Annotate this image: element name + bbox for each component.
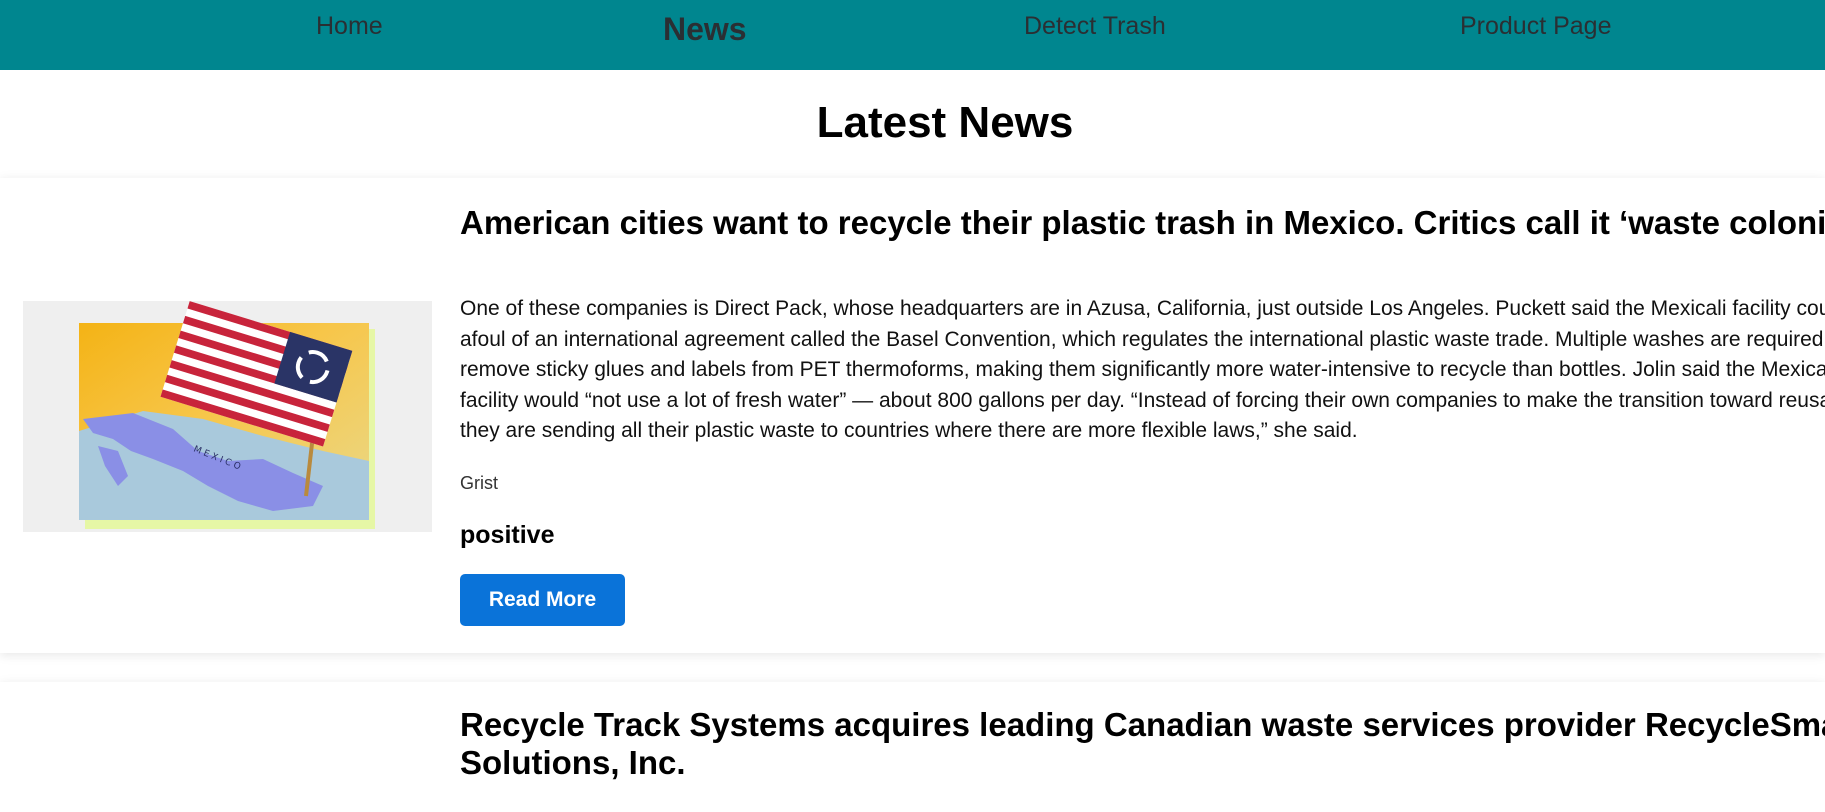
article-title[interactable]: Recycle Track Systems acquires leading C… [460,706,1825,782]
nav-link-detect-trash[interactable]: Detect Trash [1024,0,1166,52]
top-navbar: Home News Detect Trash Product Page [0,0,1825,70]
nav-link-product-page[interactable]: Product Page [1460,0,1612,52]
nav-link-news[interactable]: News [663,0,747,52]
nav-link-home[interactable]: Home [316,0,383,52]
article-summary: One of these companies is Direct Pack, w… [460,297,1825,442]
article-source: Grist [460,473,498,493]
us-flag-on-mexico-map-image: M E X I C O [79,301,375,529]
article-thumbnail: M E X I C O [23,301,432,532]
news-card: Recycle Track Systems acquires leading C… [0,682,1825,812]
read-more-button[interactable]: Read More [460,574,625,626]
page-title: Latest News [816,98,1074,147]
news-card: M E X I C O American cities want to recy… [0,178,1825,653]
article-title[interactable]: American cities want to recycle their pl… [460,204,1825,242]
sentiment-label: positive [460,521,555,549]
